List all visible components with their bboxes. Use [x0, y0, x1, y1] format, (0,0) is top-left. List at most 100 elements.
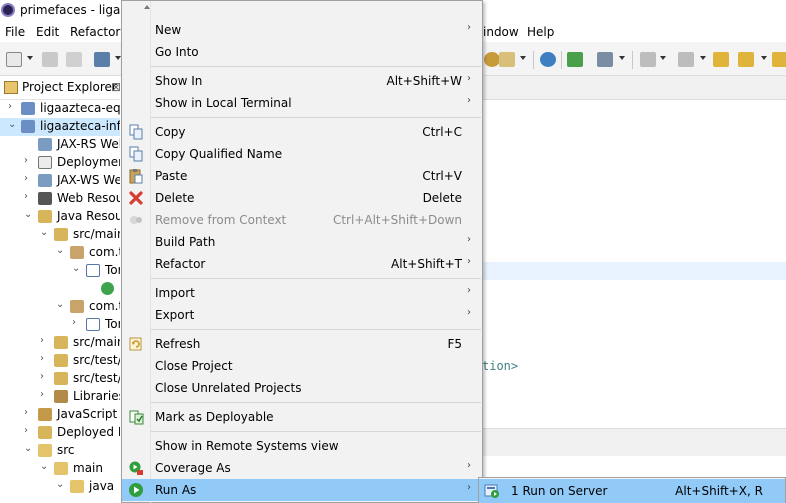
open-task-icon[interactable]: [567, 52, 583, 67]
back-arrow-icon[interactable]: [738, 52, 754, 67]
chevron-down-icon[interactable]: ⌄: [72, 263, 82, 274]
submenu-arrow-icon: ›: [467, 256, 471, 267]
chevron-right-icon[interactable]: ›: [8, 101, 18, 112]
chevron-down-icon[interactable]: ⌄: [24, 443, 34, 454]
bottom-panel-tabs: [482, 428, 786, 456]
close-icon[interactable]: ⊠: [111, 80, 121, 94]
chevron-down-icon[interactable]: ⌄: [56, 245, 66, 256]
menu-item-refactor[interactable]: Refactor Alt+Shift+T ›: [122, 253, 482, 275]
next-annotation-icon[interactable]: [640, 52, 656, 67]
chevron-down-icon[interactable]: ⌄: [40, 461, 50, 472]
menu-item-copy-qualified-name[interactable]: Copy Qualified Name: [122, 143, 482, 165]
menu-refactor[interactable]: Refactor: [70, 25, 120, 39]
chevron-down-icon[interactable]: [660, 56, 666, 60]
menu-item-paste[interactable]: Paste Ctrl+V: [122, 165, 482, 187]
chevron-right-icon[interactable]: ›: [24, 425, 34, 436]
tree-item-jax-rs[interactable]: JAX-RS Web: [0, 136, 120, 154]
tree-item-java-file[interactable]: ⌄ Tor: [0, 262, 120, 280]
submenu-arrow-icon: ›: [467, 482, 471, 493]
tree-item-javascript-resources[interactable]: › JavaScript R: [0, 406, 120, 424]
menu-item-coverage-as[interactable]: Coverage As ›: [122, 457, 482, 479]
globe-icon[interactable]: [540, 52, 556, 67]
last-edit-icon[interactable]: [713, 52, 729, 67]
tree-item-src-test-resources[interactable]: › src/test/r: [0, 370, 120, 388]
chevron-down-icon[interactable]: [520, 56, 526, 60]
save-all-icon[interactable]: [66, 52, 82, 67]
chevron-right-icon[interactable]: ›: [24, 173, 34, 184]
tree-item-package[interactable]: ⌄ com.t: [0, 244, 120, 262]
chevron-right-icon[interactable]: ›: [40, 389, 50, 400]
tree-item-deployment[interactable]: › Deploymen: [0, 154, 120, 172]
menu-item-close-unrelated-projects[interactable]: Close Unrelated Projects: [122, 377, 482, 399]
tree-item-web-resources[interactable]: › Web Resour: [0, 190, 120, 208]
menu-window[interactable]: indow: [483, 25, 519, 39]
tree-item-src[interactable]: ⌄ src: [0, 442, 120, 460]
menu-item-run-as[interactable]: Run As ›: [122, 479, 482, 501]
chevron-down-icon[interactable]: ⌄: [56, 479, 66, 490]
tree-item-ligaazteca-info[interactable]: ⌄ ligaazteca-info: [0, 118, 120, 136]
menu-item-close-project[interactable]: Close Project: [122, 355, 482, 377]
tree-item-deployed-resources[interactable]: › Deployed Re: [0, 424, 120, 442]
menu-item-refresh[interactable]: Refresh F5: [122, 333, 482, 355]
chevron-right-icon[interactable]: ›: [24, 407, 34, 418]
chevron-right-icon[interactable]: ›: [24, 191, 34, 202]
menu-help[interactable]: Help: [527, 25, 554, 39]
tree-item-jax-ws[interactable]: › JAX-WS Wel: [0, 172, 120, 190]
prev-annotation-icon[interactable]: [678, 52, 694, 67]
save-icon[interactable]: [42, 52, 58, 67]
tree-item-src-test-java[interactable]: › src/test/j: [0, 352, 120, 370]
build-icon[interactable]: [484, 52, 500, 67]
forward-arrow-icon[interactable]: [772, 52, 786, 67]
menu-item-label: Close Unrelated Projects: [155, 381, 302, 395]
menu-item-show-in-local-terminal[interactable]: Show in Local Terminal ›: [122, 92, 482, 114]
menu-item-export[interactable]: Export ›: [122, 304, 482, 326]
tree-item-java-resources[interactable]: ⌄ Java Resour: [0, 208, 120, 226]
tree-item-java[interactable]: ⌄ java: [0, 478, 120, 496]
menu-file[interactable]: File: [5, 25, 25, 39]
chevron-down-icon[interactable]: ⌄: [56, 299, 66, 310]
tree-item-class[interactable]: [0, 280, 120, 298]
menu-item-copy[interactable]: Copy Ctrl+C: [122, 121, 482, 143]
menu-item-show-in-remote-systems[interactable]: Show in Remote Systems view: [122, 435, 482, 457]
tree-item-java-file-2[interactable]: › Tor: [0, 316, 120, 334]
chevron-down-icon[interactable]: ⌄: [24, 209, 34, 220]
terminal-icon[interactable]: [94, 52, 110, 67]
chevron-right-icon[interactable]: ›: [40, 371, 50, 382]
new-wizard-icon[interactable]: [6, 52, 22, 67]
menu-item-run-on-server[interactable]: 1 Run on Server Alt+Shift+X, R: [479, 479, 785, 503]
chevron-down-icon[interactable]: [700, 56, 706, 60]
tree-item-label: ligaazteca-equi: [40, 101, 120, 115]
menu-item-new[interactable]: New ›: [122, 19, 482, 41]
chevron-right-icon[interactable]: ›: [40, 335, 50, 346]
chevron-right-icon[interactable]: ›: [72, 317, 82, 328]
menu-item-go-into[interactable]: Go Into: [122, 41, 482, 63]
chevron-down-icon[interactable]: [27, 56, 33, 60]
menu-item-show-in[interactable]: Show In Alt+Shift+W ›: [122, 70, 482, 92]
chevron-right-icon[interactable]: ›: [24, 155, 34, 166]
menu-edit[interactable]: Edit: [36, 25, 59, 39]
scroll-up-icon[interactable]: [144, 5, 150, 9]
server-icon: [484, 483, 500, 499]
chevron-down-icon[interactable]: [619, 56, 625, 60]
chevron-right-icon[interactable]: ›: [40, 353, 50, 364]
menu-item-delete[interactable]: Delete Delete: [122, 187, 482, 209]
menu-item-label: Close Project: [155, 359, 233, 373]
menu-item-mark-as-deployable[interactable]: Mark as Deployable: [122, 406, 482, 428]
chevron-down-icon[interactable]: ⌄: [40, 227, 50, 238]
tree-item-src-main-2[interactable]: › src/main: [0, 334, 120, 352]
menu-item-label: Export: [155, 308, 195, 322]
tree-item-ligaazteca-equi[interactable]: › ligaazteca-equi: [0, 100, 120, 118]
menu-item-build-path[interactable]: Build Path ›: [122, 231, 482, 253]
project-explorer-title[interactable]: Project Explorer: [22, 80, 117, 94]
tree-item-package-2[interactable]: ⌄ com.t: [0, 298, 120, 316]
tree-item-src-main[interactable]: ⌄ src/main: [0, 226, 120, 244]
menu-item-import[interactable]: Import ›: [122, 282, 482, 304]
tree-item-main[interactable]: ⌄ main: [0, 460, 120, 478]
chevron-down-icon[interactable]: [761, 56, 767, 60]
tree-item-libraries[interactable]: › Libraries: [0, 388, 120, 406]
folder-icon: [54, 462, 68, 475]
chevron-down-icon[interactable]: ⌄: [8, 119, 18, 130]
jax-rs-icon: [38, 138, 52, 151]
pin-icon[interactable]: [597, 52, 613, 67]
search-tool-icon[interactable]: [499, 52, 515, 67]
